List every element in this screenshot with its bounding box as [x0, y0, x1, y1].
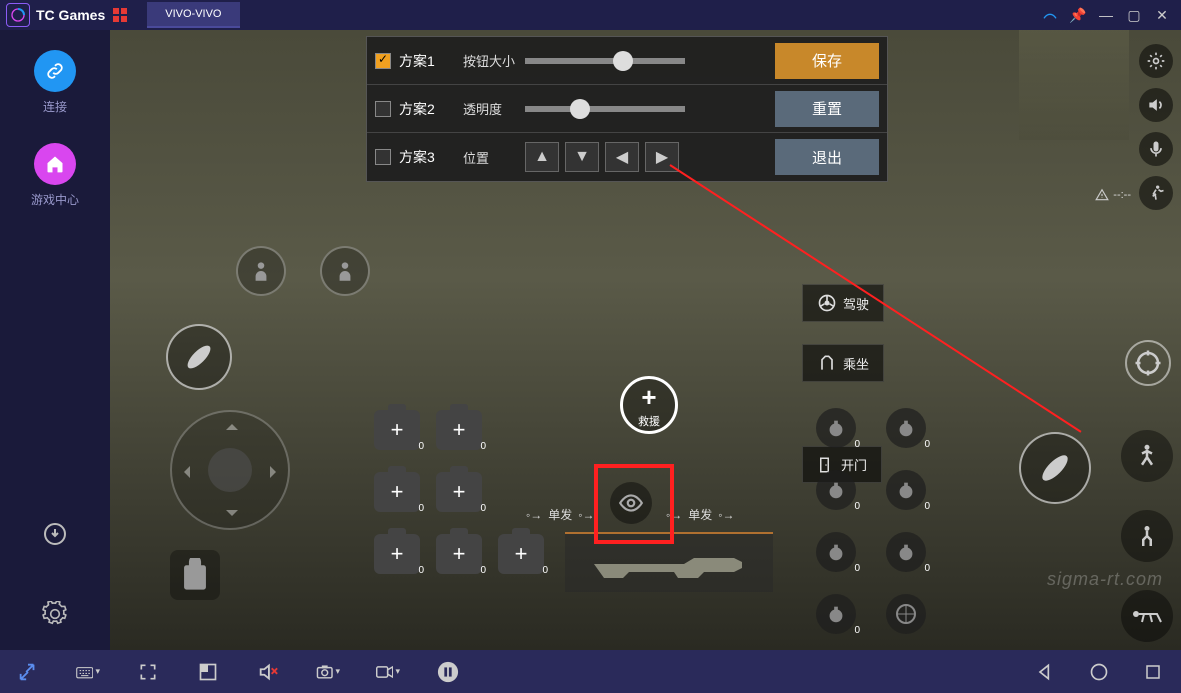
- grid-icon[interactable]: [113, 8, 127, 22]
- medkit-slot[interactable]: +0: [436, 472, 482, 512]
- sidebar-item-connect[interactable]: 连接: [34, 50, 76, 115]
- btn-size-label: 按钮大小: [463, 51, 519, 70]
- app-logo: [6, 3, 30, 27]
- grenade-slot[interactable]: 0: [816, 594, 856, 634]
- sound-icon[interactable]: [1139, 88, 1173, 122]
- position-label: 位置: [463, 148, 519, 167]
- steering-icon: [817, 293, 837, 313]
- ping-value: --:--: [1113, 189, 1131, 201]
- grenade-slot[interactable]: 0: [886, 408, 926, 448]
- fire-mode-left[interactable]: ◦→单发◦→: [526, 506, 595, 523]
- medkit-slot[interactable]: +0: [374, 534, 420, 574]
- highlight-line: [669, 164, 1081, 433]
- pause-icon[interactable]: [436, 660, 460, 684]
- nav-recent-icon[interactable]: [1141, 660, 1165, 684]
- crouch-button[interactable]: [1121, 510, 1173, 562]
- mute-icon[interactable]: [256, 660, 280, 684]
- boost-icon[interactable]: [1041, 6, 1059, 24]
- plan2-label: 方案2: [399, 99, 449, 119]
- minimap[interactable]: [1019, 30, 1129, 140]
- minimize-icon[interactable]: —: [1097, 6, 1115, 24]
- nav-back-icon[interactable]: [1033, 660, 1057, 684]
- opacity-slider[interactable]: [525, 106, 685, 112]
- opacity-label: 透明度: [463, 99, 519, 118]
- reset-button[interactable]: 重置: [775, 91, 879, 127]
- save-button[interactable]: 保存: [775, 43, 879, 79]
- prone-button[interactable]: [1121, 590, 1173, 642]
- plan3-label: 方案3: [399, 147, 449, 167]
- screenshot-icon[interactable]: ▾: [316, 660, 340, 684]
- move-joystick[interactable]: [170, 410, 290, 530]
- window-icon[interactable]: [196, 660, 220, 684]
- keyboard-icon[interactable]: ▾: [76, 660, 100, 684]
- collapse-icon[interactable]: [16, 660, 40, 684]
- drive-button[interactable]: 驾驶: [802, 284, 884, 322]
- app-title: TC Games: [36, 7, 105, 23]
- arrow-left-button[interactable]: ◀: [605, 142, 639, 172]
- arrow-down-button[interactable]: ▼: [565, 142, 599, 172]
- grenade-slot[interactable]: 0: [886, 470, 926, 510]
- fullscreen-icon[interactable]: [136, 660, 160, 684]
- game-viewport: --:-- 方案1 按钮大小 保存 方案2 透明度 重置 方案3 位置 ▲ ▼ …: [110, 30, 1181, 650]
- link-icon: [34, 50, 76, 92]
- sidebar-item-gamecenter[interactable]: 游戏中心: [31, 143, 79, 208]
- run-icon[interactable]: [1139, 176, 1173, 210]
- exit-button[interactable]: 退出: [775, 139, 879, 175]
- ride-button[interactable]: 乘坐: [802, 344, 884, 382]
- maximize-icon[interactable]: ▢: [1125, 6, 1143, 24]
- plan2-checkbox[interactable]: [375, 101, 391, 117]
- plan1-checkbox[interactable]: [375, 53, 391, 69]
- medkit-slot[interactable]: +0: [374, 472, 420, 512]
- rescue-button[interactable]: + 救援: [620, 376, 678, 434]
- ping-indicator: --:--: [1095, 188, 1131, 202]
- grenade-slot[interactable]: 0: [816, 470, 856, 510]
- watermark: sigma-rt.com: [1047, 569, 1163, 590]
- warning-icon: [1095, 188, 1109, 202]
- record-icon[interactable]: ▾: [376, 660, 400, 684]
- seat1-button[interactable]: [236, 246, 286, 296]
- arrow-up-button[interactable]: ▲: [525, 142, 559, 172]
- pin-icon[interactable]: 📌: [1069, 6, 1087, 24]
- grenade-slot[interactable]: [886, 594, 926, 634]
- grenade-slot[interactable]: 0: [816, 408, 856, 448]
- medkit-slot[interactable]: +0: [436, 410, 482, 450]
- fire-mode-right[interactable]: ◦→单发◦→: [666, 506, 735, 523]
- plan1-label: 方案1: [399, 51, 449, 71]
- highlight-box: [594, 464, 674, 544]
- download-icon[interactable]: [39, 518, 71, 550]
- seat-icon: [817, 353, 837, 373]
- medkit-slot[interactable]: +0: [436, 534, 482, 574]
- titlebar: TC Games VIVO-VIVO 📌 — ▢ ✕: [0, 0, 1181, 30]
- bottombar: ▾ ▾ ▾: [0, 650, 1181, 693]
- seat2-button[interactable]: [320, 246, 370, 296]
- game-gear-icon[interactable]: [1139, 44, 1173, 78]
- medkit-slot[interactable]: +0: [498, 534, 544, 574]
- medkit-grid: +0 +0 +0 +0 +0 +0 +0: [374, 410, 554, 588]
- mic-icon[interactable]: [1139, 132, 1173, 166]
- grenade-grid: 0 0 0 0 0 0 0: [816, 408, 932, 640]
- sidebar: 连接 游戏中心: [0, 30, 110, 650]
- nav-home-icon[interactable]: [1087, 660, 1111, 684]
- sidebar-item-label: 游戏中心: [31, 191, 79, 208]
- size-slider[interactable]: [525, 58, 685, 64]
- rescue-label: 救援: [638, 413, 660, 429]
- jump-button[interactable]: [1121, 430, 1173, 482]
- sidebar-item-label: 连接: [43, 98, 67, 115]
- keymap-panel: 方案1 按钮大小 保存 方案2 透明度 重置 方案3 位置 ▲ ▼ ◀ ▶ 退出: [366, 36, 888, 182]
- ride-label: 乘坐: [843, 354, 869, 373]
- device-tab[interactable]: VIVO-VIVO: [147, 2, 239, 28]
- drive-label: 驾驶: [843, 294, 869, 313]
- backpack-button[interactable]: [170, 550, 220, 600]
- fire-button-right[interactable]: [1019, 432, 1091, 504]
- grenade-slot[interactable]: 0: [816, 532, 856, 572]
- plan3-checkbox[interactable]: [375, 149, 391, 165]
- fire-button-left[interactable]: [166, 324, 232, 390]
- close-icon[interactable]: ✕: [1153, 6, 1171, 24]
- grenade-slot[interactable]: 0: [886, 532, 926, 572]
- gear-icon[interactable]: [39, 598, 71, 630]
- home-icon: [34, 143, 76, 185]
- medkit-slot[interactable]: +0: [374, 410, 420, 450]
- aim-button[interactable]: [1125, 340, 1171, 386]
